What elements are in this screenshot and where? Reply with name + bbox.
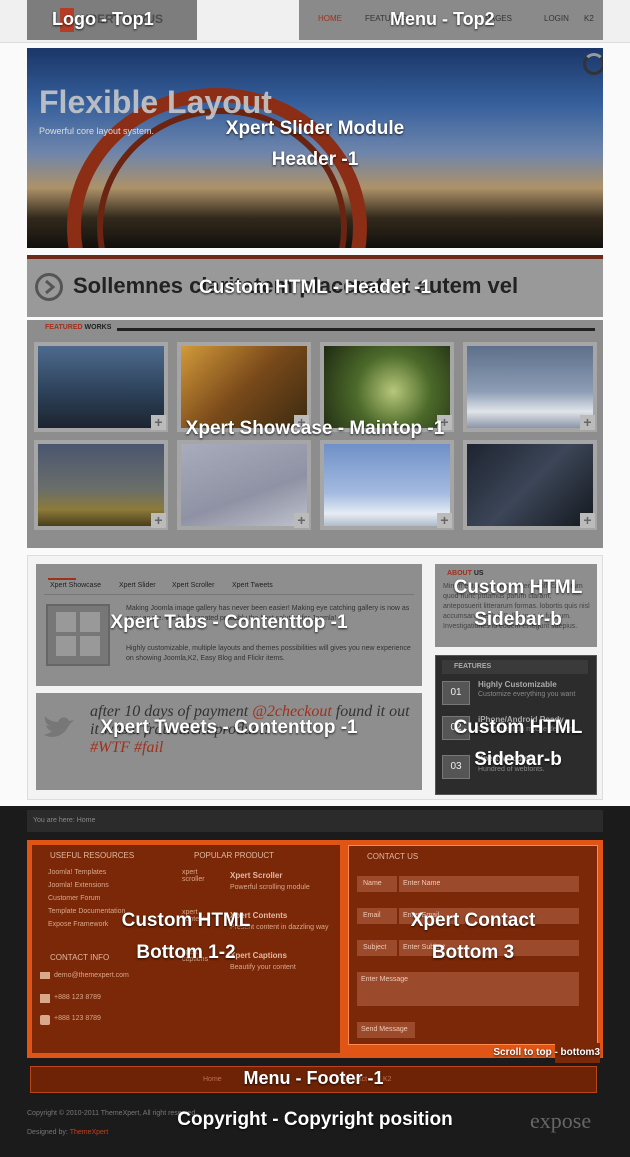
send-message-label: Send Message <box>361 1026 408 1033</box>
overlay-slider-line2: Header -1 <box>271 149 359 170</box>
tweets-module: after 10 days of payment @2checkout foun… <box>36 693 422 790</box>
tab-xpert-showcase[interactable]: Xpert Showcase <box>50 582 101 589</box>
overlay-tweets: Xpert Tweets - Contenttop -1 <box>100 717 358 738</box>
about-heading-accent: ABOUT <box>447 570 472 577</box>
useful-link[interactable]: Joomla! Extensions <box>48 882 109 889</box>
overlay-tabs: Xpert Tabs - Contenttop -1 <box>110 612 348 633</box>
contact-phone: +888 123 8789 <box>54 994 101 1001</box>
overlay-bottom3-line1: Xpert Contact <box>410 910 536 931</box>
mail-icon <box>40 972 50 979</box>
popular-title[interactable]: Xpert Scroller <box>230 871 282 880</box>
scroll-to-top-label[interactable]: Scroll to top - bottom3 <box>476 1047 600 1058</box>
slider-dim-overlay <box>27 48 603 248</box>
showcase-heading-bar <box>35 328 595 331</box>
overlay-logo-label: Logo - Top1 <box>52 9 154 29</box>
overlay-bottom12-line2: Bottom 1-2 <box>136 942 236 963</box>
overlay-bottom12-line1: Custom HTML <box>121 910 251 931</box>
contact-fax: +888 123 8789 <box>54 1015 101 1022</box>
plus-icon[interactable]: + <box>437 513 452 528</box>
printer-icon <box>40 994 50 1003</box>
overlay-about-line1: Custom HTML <box>453 577 583 598</box>
overlay-features-line2: Sidebar-b <box>474 749 562 770</box>
contact-us-heading: CONTACT US <box>367 852 419 861</box>
features-heading: FEATURES <box>442 660 588 674</box>
menu-item-login[interactable]: LOGIN <box>544 14 569 23</box>
overlay-showcase: Xpert Showcase - Maintop -1 <box>185 418 445 439</box>
send-message-button[interactable]: Send Message <box>357 1022 415 1038</box>
breadcrumb: You are here: Home <box>27 810 603 832</box>
message-placeholder: Enter Message <box>361 976 409 983</box>
tweet-hashtags[interactable]: #WTF #fail <box>90 739 416 757</box>
loading-spinner-icon <box>583 53 603 75</box>
plus-icon[interactable]: + <box>580 513 595 528</box>
popular-product-heading: POPULAR PRODUCT <box>194 851 275 860</box>
overlay-copyright: Copyright - Copyright position <box>177 1109 453 1130</box>
tab-content-paragraph: Highly customizable, multiple layouts an… <box>126 645 411 662</box>
popular-subtitle: Powerful scrolling module <box>230 884 310 891</box>
menu-item-home[interactable]: HOME <box>318 14 342 23</box>
showcase-heading: FEATURED WORKS <box>35 324 118 331</box>
name-label: Name <box>363 880 382 887</box>
popular-subtitle: Beautify your content <box>230 964 296 971</box>
feature-number: 01 <box>442 681 470 705</box>
name-field[interactable]: Enter Name <box>399 876 579 892</box>
overlay-custom-header: Custom HTML - Header -1 <box>199 277 431 298</box>
slider-title: Flexible Layout <box>39 84 272 120</box>
useful-link[interactable]: Customer Forum <box>48 895 101 902</box>
overlay-about-line2: Sidebar-b <box>474 609 562 630</box>
about-heading-rest: US <box>473 570 484 577</box>
showcase-heading-accent: FEATURED <box>45 324 83 331</box>
overlay-bottom3-line2: Bottom 3 <box>431 942 515 963</box>
showcase-thumb[interactable]: + <box>177 440 311 530</box>
useful-link[interactable]: Joomla! Templates <box>48 869 106 876</box>
breadcrumb-prefix: You are here: <box>33 817 75 824</box>
feature-subtitle: Customize everything you want <box>478 691 576 698</box>
contact-email[interactable]: demo@themexpert.com <box>54 972 129 979</box>
feature-title: Highly Customizable <box>478 680 557 689</box>
plus-icon[interactable]: + <box>151 513 166 528</box>
tab-divider <box>44 594 414 595</box>
name-field-placeholder: Enter Name <box>403 880 441 887</box>
slider-module[interactable]: Flexible Layout Powerful core layout sys… <box>27 48 603 248</box>
overlay-menu-label: Menu - Top2 <box>390 9 495 29</box>
showcase-thumb[interactable]: + <box>320 440 454 530</box>
showcase-thumb[interactable]: + <box>34 440 168 530</box>
overlay-features-line1: Custom HTML <box>453 717 583 738</box>
message-textarea[interactable]: Enter Message <box>357 972 579 1006</box>
about-heading: ABOUT US <box>447 570 484 577</box>
breadcrumb-home-link[interactable]: Home <box>77 817 96 824</box>
plus-icon[interactable]: + <box>294 513 309 528</box>
popular-thumb-label: xpert scroller <box>182 869 205 883</box>
breadcrumb-text: You are here: Home <box>33 817 95 824</box>
overlay-slider-line1: Xpert Slider Module <box>225 118 405 139</box>
name-label-box: Name <box>357 876 397 892</box>
tab-xpert-slider[interactable]: Xpert Slider <box>119 582 156 589</box>
overlay-footer-menu: Menu - Footer -1 <box>243 1068 384 1088</box>
menu-item-k2[interactable]: K2 <box>584 14 594 23</box>
showcase-thumb[interactable]: + <box>463 440 597 530</box>
tab-xpert-scroller[interactable]: Xpert Scroller <box>172 582 214 589</box>
phone-icon <box>40 1015 50 1025</box>
active-tab-indicator <box>48 578 76 580</box>
features-heading-text: FEATURES <box>454 663 492 670</box>
showcase-heading-rest: WORKS <box>84 324 112 331</box>
tab-xpert-tweets[interactable]: Xpert Tweets <box>232 582 273 589</box>
useful-resources-heading: USEFUL RESOURCES <box>50 851 135 860</box>
